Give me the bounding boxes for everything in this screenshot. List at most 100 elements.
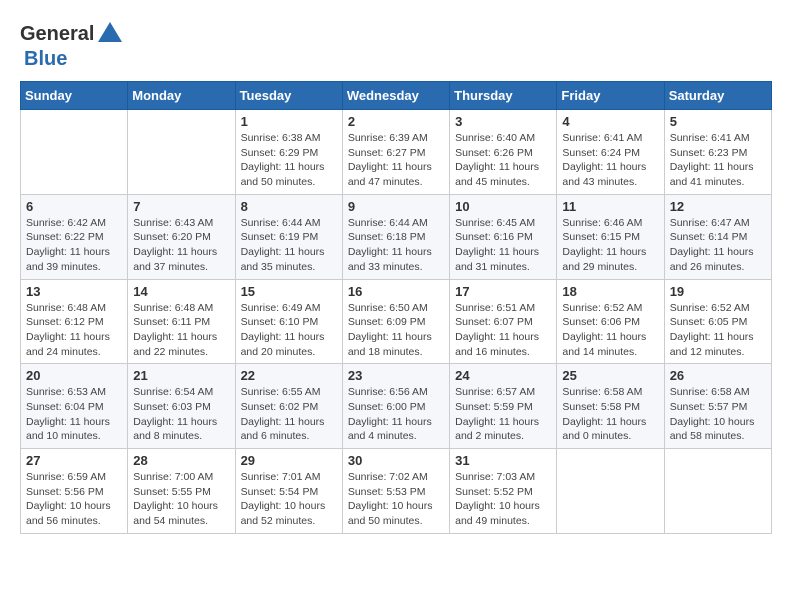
day-number: 9 xyxy=(348,199,444,214)
calendar-cell: 27 Sunrise: 6:59 AM Sunset: 5:56 PM Dayli… xyxy=(21,449,128,534)
day-of-week-header: Sunday xyxy=(21,82,128,110)
day-info: Sunrise: 6:43 AM Sunset: 6:20 PM Dayligh… xyxy=(133,216,229,275)
calendar-cell: 30 Sunrise: 7:02 AM Sunset: 5:53 PM Dayli… xyxy=(342,449,449,534)
day-info: Sunrise: 6:55 AM Sunset: 6:02 PM Dayligh… xyxy=(241,385,337,444)
day-number: 16 xyxy=(348,284,444,299)
day-info: Sunrise: 6:51 AM Sunset: 6:07 PM Dayligh… xyxy=(455,301,551,360)
calendar-cell: 26Sunrise: 6:58 AM Sunset: 5:57 PM Dayli… xyxy=(664,364,771,449)
calendar-cell xyxy=(557,449,664,534)
day-number: 20 xyxy=(26,368,122,383)
day-number: 17 xyxy=(455,284,551,299)
logo-icon xyxy=(96,20,124,48)
day-number: 7 xyxy=(133,199,229,214)
calendar-cell: 1 Sunrise: 6:38 AM Sunset: 6:29 PM Daylig… xyxy=(235,110,342,195)
calendar-cell: 11 Sunrise: 6:46 AM Sunset: 6:15 PM Dayli… xyxy=(557,194,664,279)
day-info: Sunrise: 6:46 AM Sunset: 6:15 PM Dayligh… xyxy=(562,216,658,275)
logo-text-general: General xyxy=(20,23,94,46)
day-number: 25 xyxy=(562,368,658,383)
day-info: Sunrise: 6:52 AM Sunset: 6:06 PM Dayligh… xyxy=(562,301,658,360)
calendar-cell: 16 Sunrise: 6:50 AM Sunset: 6:09 PM Dayli… xyxy=(342,279,449,364)
calendar-cell: 25 Sunrise: 6:58 AM Sunset: 5:58 PM Dayli… xyxy=(557,364,664,449)
day-number: 5 xyxy=(670,114,766,129)
day-number: 15 xyxy=(241,284,337,299)
day-info: Sunrise: 7:02 AM Sunset: 5:53 PM Dayligh… xyxy=(348,470,444,529)
calendar-cell: 2Sunrise: 6:39 AM Sunset: 6:27 PM Daylig… xyxy=(342,110,449,195)
calendar-header-row: SundayMondayTuesdayWednesdayThursdayFrid… xyxy=(21,82,772,110)
day-number: 2 xyxy=(348,114,444,129)
day-info: Sunrise: 6:56 AM Sunset: 6:00 PM Dayligh… xyxy=(348,385,444,444)
calendar-cell: 18 Sunrise: 6:52 AM Sunset: 6:06 PM Dayli… xyxy=(557,279,664,364)
day-info: Sunrise: 6:57 AM Sunset: 5:59 PM Dayligh… xyxy=(455,385,551,444)
day-number: 10 xyxy=(455,199,551,214)
day-number: 18 xyxy=(562,284,658,299)
calendar-week-row: 27 Sunrise: 6:59 AM Sunset: 5:56 PM Dayli… xyxy=(21,449,772,534)
calendar-cell: 21 Sunrise: 6:54 AM Sunset: 6:03 PM Dayli… xyxy=(128,364,235,449)
day-info: Sunrise: 6:48 AM Sunset: 6:11 PM Dayligh… xyxy=(133,301,229,360)
calendar-cell: 14Sunrise: 6:48 AM Sunset: 6:11 PM Dayli… xyxy=(128,279,235,364)
day-number: 22 xyxy=(241,368,337,383)
day-number: 11 xyxy=(562,199,658,214)
calendar-week-row: 13Sunrise: 6:48 AM Sunset: 6:12 PM Dayli… xyxy=(21,279,772,364)
calendar-cell: 23 Sunrise: 6:56 AM Sunset: 6:00 PM Dayli… xyxy=(342,364,449,449)
calendar-cell: 28 Sunrise: 7:00 AM Sunset: 5:55 PM Dayli… xyxy=(128,449,235,534)
day-info: Sunrise: 6:41 AM Sunset: 6:24 PM Dayligh… xyxy=(562,131,658,190)
calendar-cell: 29 Sunrise: 7:01 AM Sunset: 5:54 PM Dayli… xyxy=(235,449,342,534)
day-info: Sunrise: 6:45 AM Sunset: 6:16 PM Dayligh… xyxy=(455,216,551,275)
day-info: Sunrise: 7:03 AM Sunset: 5:52 PM Dayligh… xyxy=(455,470,551,529)
day-info: Sunrise: 6:44 AM Sunset: 6:19 PM Dayligh… xyxy=(241,216,337,275)
day-info: Sunrise: 6:59 AM Sunset: 5:56 PM Dayligh… xyxy=(26,470,122,529)
day-number: 27 xyxy=(26,453,122,468)
day-of-week-header: Friday xyxy=(557,82,664,110)
day-number: 31 xyxy=(455,453,551,468)
calendar-cell: 13Sunrise: 6:48 AM Sunset: 6:12 PM Dayli… xyxy=(21,279,128,364)
calendar-cell: 15 Sunrise: 6:49 AM Sunset: 6:10 PM Dayli… xyxy=(235,279,342,364)
day-of-week-header: Tuesday xyxy=(235,82,342,110)
day-of-week-header: Thursday xyxy=(450,82,557,110)
calendar-cell: 12Sunrise: 6:47 AM Sunset: 6:14 PM Dayli… xyxy=(664,194,771,279)
calendar-cell: 8 Sunrise: 6:44 AM Sunset: 6:19 PM Daylig… xyxy=(235,194,342,279)
calendar-table: SundayMondayTuesdayWednesdayThursdayFrid… xyxy=(20,81,772,534)
day-number: 21 xyxy=(133,368,229,383)
day-info: Sunrise: 6:54 AM Sunset: 6:03 PM Dayligh… xyxy=(133,385,229,444)
day-info: Sunrise: 7:01 AM Sunset: 5:54 PM Dayligh… xyxy=(241,470,337,529)
day-number: 4 xyxy=(562,114,658,129)
day-info: Sunrise: 6:50 AM Sunset: 6:09 PM Dayligh… xyxy=(348,301,444,360)
calendar-cell: 4 Sunrise: 6:41 AM Sunset: 6:24 PM Daylig… xyxy=(557,110,664,195)
day-number: 30 xyxy=(348,453,444,468)
calendar-cell: 31 Sunrise: 7:03 AM Sunset: 5:52 PM Dayli… xyxy=(450,449,557,534)
logo-text-blue: Blue xyxy=(24,48,67,70)
day-info: Sunrise: 7:00 AM Sunset: 5:55 PM Dayligh… xyxy=(133,470,229,529)
calendar-cell: 9 Sunrise: 6:44 AM Sunset: 6:18 PM Daylig… xyxy=(342,194,449,279)
calendar-cell: 3Sunrise: 6:40 AM Sunset: 6:26 PM Daylig… xyxy=(450,110,557,195)
day-number: 28 xyxy=(133,453,229,468)
day-info: Sunrise: 6:53 AM Sunset: 6:04 PM Dayligh… xyxy=(26,385,122,444)
calendar-week-row: 1 Sunrise: 6:38 AM Sunset: 6:29 PM Daylig… xyxy=(21,110,772,195)
day-of-week-header: Monday xyxy=(128,82,235,110)
day-info: Sunrise: 6:38 AM Sunset: 6:29 PM Dayligh… xyxy=(241,131,337,190)
day-info: Sunrise: 6:52 AM Sunset: 6:05 PM Dayligh… xyxy=(670,301,766,360)
calendar-cell: 22 Sunrise: 6:55 AM Sunset: 6:02 PM Dayli… xyxy=(235,364,342,449)
day-of-week-header: Saturday xyxy=(664,82,771,110)
day-number: 23 xyxy=(348,368,444,383)
calendar-cell: 17 Sunrise: 6:51 AM Sunset: 6:07 PM Dayli… xyxy=(450,279,557,364)
day-info: Sunrise: 6:48 AM Sunset: 6:12 PM Dayligh… xyxy=(26,301,122,360)
calendar-cell: 6Sunrise: 6:42 AM Sunset: 6:22 PM Daylig… xyxy=(21,194,128,279)
calendar-cell: 10 Sunrise: 6:45 AM Sunset: 6:16 PM Dayli… xyxy=(450,194,557,279)
day-info: Sunrise: 6:49 AM Sunset: 6:10 PM Dayligh… xyxy=(241,301,337,360)
day-info: Sunrise: 6:58 AM Sunset: 5:58 PM Dayligh… xyxy=(562,385,658,444)
day-number: 19 xyxy=(670,284,766,299)
logo: General Blue xyxy=(20,20,124,71)
day-info: Sunrise: 6:44 AM Sunset: 6:18 PM Dayligh… xyxy=(348,216,444,275)
day-info: Sunrise: 6:41 AM Sunset: 6:23 PM Dayligh… xyxy=(670,131,766,190)
day-of-week-header: Wednesday xyxy=(342,82,449,110)
calendar-cell xyxy=(664,449,771,534)
day-number: 8 xyxy=(241,199,337,214)
day-info: Sunrise: 6:40 AM Sunset: 6:26 PM Dayligh… xyxy=(455,131,551,190)
day-number: 24 xyxy=(455,368,551,383)
day-number: 29 xyxy=(241,453,337,468)
calendar-cell xyxy=(128,110,235,195)
page-header: General Blue xyxy=(20,20,772,71)
day-number: 6 xyxy=(26,199,122,214)
calendar-cell: 5 Sunrise: 6:41 AM Sunset: 6:23 PM Daylig… xyxy=(664,110,771,195)
day-number: 1 xyxy=(241,114,337,129)
